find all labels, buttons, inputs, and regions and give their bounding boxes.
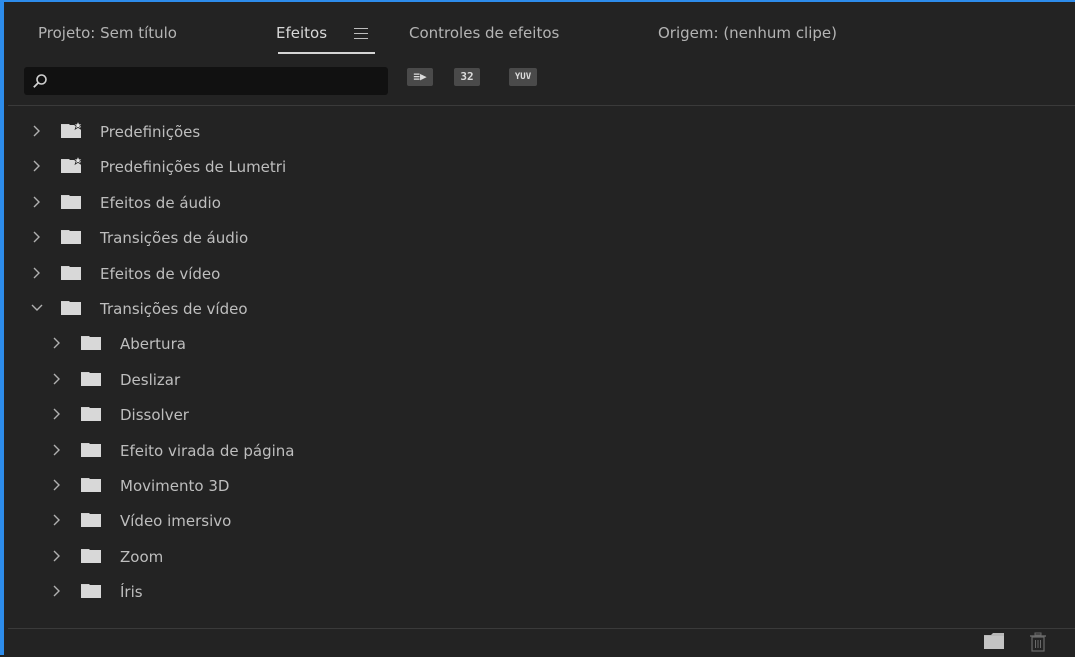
tree-item-label: Efeitos de áudio — [100, 193, 221, 212]
folder-icon — [81, 584, 101, 599]
tree-item-label: Vídeo imersivo — [120, 512, 232, 531]
tree-item[interactable]: Transições de áudio — [8, 220, 1075, 255]
tree-item-label: Abertura — [120, 335, 186, 354]
tree-item[interactable]: Predefinições — [8, 114, 1075, 149]
chevron-right-icon[interactable] — [30, 159, 44, 173]
folder-icon — [81, 513, 101, 528]
chevron-right-icon[interactable] — [30, 124, 44, 138]
tree-child-item[interactable]: Abertura — [8, 326, 1075, 361]
tree-item-label: Íris — [120, 583, 143, 602]
preset-folder-icon — [61, 156, 84, 174]
active-tab-indicator — [278, 52, 375, 54]
hamburger-menu-icon[interactable] — [354, 28, 368, 39]
folder-icon — [81, 407, 101, 422]
chevron-right-icon[interactable] — [50, 372, 64, 386]
tree-item[interactable]: Efeitos de vídeo — [8, 256, 1075, 291]
folder-icon — [81, 442, 101, 457]
folder-icon — [61, 230, 81, 245]
tree-item[interactable]: Transições de vídeo — [8, 291, 1075, 326]
chevron-right-icon[interactable] — [50, 549, 64, 563]
chevron-right-icon[interactable] — [50, 443, 64, 457]
tree-item-label: Efeitos de vídeo — [100, 264, 221, 283]
tree-item-label: Transições de áudio — [100, 229, 249, 248]
chevron-right-icon[interactable] — [30, 230, 44, 244]
tab-effects[interactable]: Efeitos — [276, 24, 327, 42]
folder-icon — [81, 478, 101, 492]
tree-item-label: Movimento 3D — [120, 477, 230, 495]
folder-icon — [61, 301, 81, 315]
tab-effect-controls[interactable]: Controles de efeitos — [409, 24, 559, 42]
effects-tree: Predefinições Predefinições de Lumetri Efe… — [8, 105, 1075, 629]
tree-item[interactable]: Predefinições de Lumetri — [8, 149, 1075, 184]
search-box[interactable] — [24, 67, 388, 95]
folder-icon — [81, 548, 101, 563]
folder-icon — [81, 371, 101, 386]
tree-item[interactable]: Efeitos de áudio — [8, 185, 1075, 220]
tree-item-label: Transições de vídeo — [100, 300, 248, 318]
tree-item-label: Predefinições — [100, 123, 201, 141]
chevron-right-icon[interactable] — [50, 478, 64, 492]
new-folder-icon[interactable] — [983, 632, 1005, 650]
tree-child-item[interactable]: Deslizar — [8, 362, 1075, 397]
chevron-right-icon[interactable] — [30, 195, 44, 209]
panel-bottom-bar — [8, 628, 1075, 657]
tree-item-label: Efeito virada de página — [120, 441, 295, 460]
accelerated-effects-filter-button[interactable]: ≡▶ — [407, 68, 433, 86]
chevron-down-icon[interactable] — [30, 301, 44, 315]
tree-child-item[interactable]: Efeito virada de página — [8, 433, 1075, 468]
tree-item-label: Zoom — [120, 547, 164, 566]
tree-child-item[interactable]: Vídeo imersivo — [8, 503, 1075, 538]
tree-child-item[interactable]: Zoom — [8, 539, 1075, 574]
chevron-right-icon[interactable] — [50, 584, 64, 598]
folder-icon — [61, 194, 81, 209]
chevron-right-icon[interactable] — [50, 513, 64, 527]
chevron-right-icon[interactable] — [50, 407, 64, 421]
chevron-right-icon[interactable] — [30, 266, 44, 280]
tree-child-item[interactable]: Íris — [8, 574, 1075, 609]
search-input[interactable] — [54, 71, 378, 93]
tree-item-label: Predefinições de Lumetri — [100, 158, 287, 177]
tree-item-label: Deslizar — [120, 370, 181, 389]
folder-icon — [81, 336, 101, 351]
search-icon — [33, 74, 47, 88]
panel-tab-bar: Projeto: Sem título Efeitos Controles de… — [8, 4, 1075, 56]
preset-folder-icon — [61, 121, 84, 138]
folder-icon — [61, 265, 81, 280]
32bit-effects-filter-button[interactable]: 32 — [454, 68, 480, 86]
tab-source[interactable]: Origem: (nenhum clipe) — [658, 24, 837, 42]
tree-child-item[interactable]: Dissolver — [8, 397, 1075, 432]
chevron-right-icon[interactable] — [50, 336, 64, 350]
tree-item-label: Dissolver — [120, 406, 189, 425]
yuv-effects-filter-button[interactable]: YUV — [509, 68, 537, 86]
tree-child-item[interactable]: Movimento 3D — [8, 468, 1075, 503]
trash-icon[interactable] — [1029, 632, 1047, 652]
effects-panel-frame: Projeto: Sem título Efeitos Controles de… — [0, 0, 1075, 655]
tab-project[interactable]: Projeto: Sem título — [38, 24, 177, 42]
